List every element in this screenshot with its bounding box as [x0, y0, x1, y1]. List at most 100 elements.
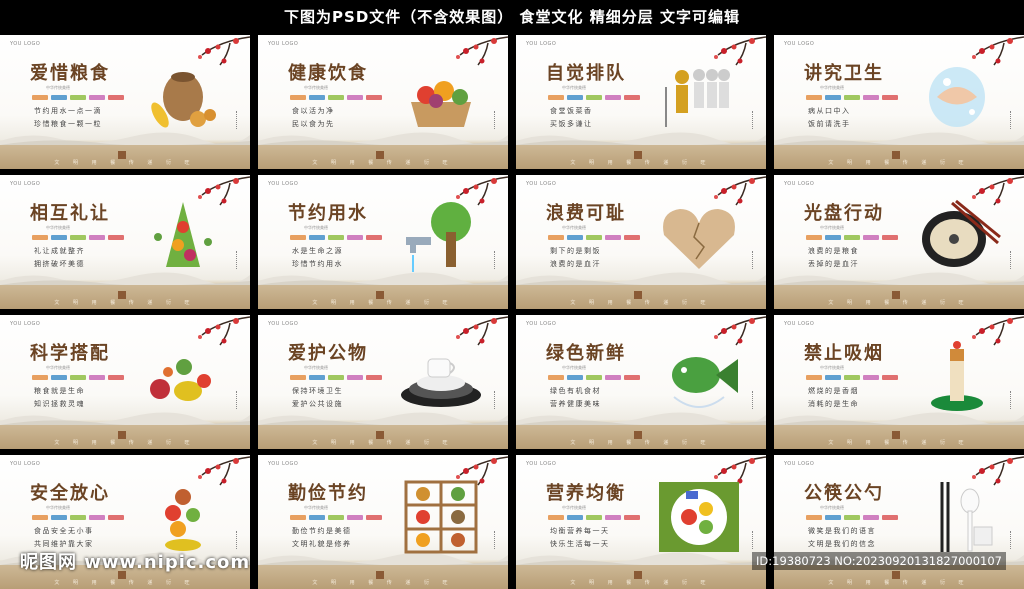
logo-text: YOU LOGO — [10, 41, 41, 47]
seal-stamp — [892, 431, 900, 439]
vertical-text-decoration — [236, 111, 240, 129]
logo-text: YOU LOGO — [10, 321, 41, 327]
color-tag — [586, 235, 602, 240]
card-title: 光盘行动 — [804, 203, 884, 224]
slogan-line-1: 食品安全无小事 — [34, 527, 94, 535]
card-footer-text: 文 明 用 餐 传 递 衍 旺 — [54, 300, 196, 306]
color-tag — [548, 95, 564, 100]
color-tag — [366, 95, 382, 100]
color-tag — [328, 375, 344, 380]
food-pile-icon — [165, 489, 201, 551]
color-tag — [51, 375, 67, 380]
vertical-text-decoration — [494, 531, 498, 549]
tag-row — [806, 515, 898, 520]
vertical-text-decoration — [494, 251, 498, 269]
seal-stamp — [634, 571, 642, 579]
card-footer-text: 文 明 用 餐 传 递 衍 旺 — [312, 160, 454, 166]
card-footer-text: 文 明 用 餐 传 递 衍 旺 — [54, 580, 196, 586]
color-tag — [605, 375, 621, 380]
logo-text: YOU LOGO — [268, 181, 299, 187]
color-tag — [624, 95, 640, 100]
logo-text: YOU LOGO — [526, 181, 557, 187]
color-tag — [89, 515, 105, 520]
poster-card: YOU LOGO 浪费可耻 中华传统美德 剩下的是剩饭 浪费的是血汗 文 明 用… — [516, 175, 766, 309]
logo-text: YOU LOGO — [10, 181, 41, 187]
color-tag — [89, 95, 105, 100]
card-title: 勤俭节约 — [288, 483, 368, 504]
card-subtitle: 中华传统美德 — [562, 225, 586, 230]
faucet-tree-icon — [406, 202, 471, 272]
seal-stamp — [634, 291, 642, 299]
tag-row — [548, 515, 640, 520]
card-title: 讲究卫生 — [804, 63, 884, 84]
color-tag — [51, 95, 67, 100]
vertical-text-decoration — [752, 111, 756, 129]
seal-stamp — [118, 151, 126, 159]
green-fish-icon — [672, 357, 738, 408]
hand-washing-icon — [929, 67, 985, 127]
slogan-line-1: 勤俭节约是美德 — [292, 527, 352, 535]
logo-text: YOU LOGO — [784, 41, 815, 47]
card-subtitle: 中华传统美德 — [46, 225, 70, 230]
vertical-text-decoration — [1010, 531, 1014, 549]
card-title: 禁止吸烟 — [804, 343, 884, 364]
poster-card: YOU LOGO 爱护公物 中华传统美德 保持环境卫生 爱护公共设施 文 明 用… — [258, 315, 508, 449]
seal-stamp — [376, 291, 384, 299]
slogan-line-1: 均衡营养每一天 — [550, 527, 610, 535]
seal-stamp — [376, 151, 384, 159]
card-footer-text: 文 明 用 餐 传 递 衍 旺 — [570, 300, 712, 306]
color-tag — [32, 235, 48, 240]
poster-card: YOU LOGO 爱惜粮食 中华传统美德 节约用水一点一滴 珍惜粮食一颗一粒 文… — [0, 35, 250, 169]
card-title: 营养均衡 — [546, 483, 626, 504]
balanced-plate-icon — [659, 482, 739, 552]
color-tag — [844, 375, 860, 380]
color-tag — [328, 235, 344, 240]
card-subtitle: 中华传统美德 — [820, 365, 844, 370]
color-tag — [567, 95, 583, 100]
color-tag — [806, 515, 822, 520]
poster-card: YOU LOGO 讲究卫生 中华传统美德 病从口中入 饭前请洗手 文 明 用 餐… — [774, 35, 1024, 169]
color-tag — [108, 375, 124, 380]
color-tag — [108, 95, 124, 100]
vegetable-basket-icon — [411, 81, 471, 127]
logo-text: YOU LOGO — [10, 461, 41, 467]
color-tag — [825, 235, 841, 240]
color-tag — [844, 515, 860, 520]
color-tag — [882, 95, 898, 100]
slogan-line-1: 食堂饭菜香 — [550, 107, 593, 115]
color-tag — [548, 515, 564, 520]
card-title: 爱护公物 — [288, 343, 368, 364]
vertical-text-decoration — [752, 391, 756, 409]
vertical-text-decoration — [752, 531, 756, 549]
card-footer-text: 文 明 用 餐 传 递 衍 旺 — [312, 300, 454, 306]
color-tag — [844, 95, 860, 100]
card-subtitle: 中华传统美德 — [562, 85, 586, 90]
color-tag — [328, 95, 344, 100]
card-title: 自觉排队 — [546, 63, 626, 84]
color-tag — [863, 95, 879, 100]
color-tag — [309, 235, 325, 240]
slogan-line-1: 浪费的是粮食 — [808, 247, 859, 255]
card-footer-text: 文 明 用 餐 传 递 衍 旺 — [828, 580, 970, 586]
color-tag — [347, 235, 363, 240]
color-tag — [605, 95, 621, 100]
poster-card: YOU LOGO 自觉排队 中华传统美德 食堂饭菜香 买饭多谦让 文 明 用 餐… — [516, 35, 766, 169]
slogan-line-1: 剩下的是剩饭 — [550, 247, 601, 255]
color-tag — [605, 515, 621, 520]
slogan-line-1: 水是生命之源 — [292, 247, 343, 255]
card-footer-text: 文 明 用 餐 传 递 衍 旺 — [828, 300, 970, 306]
card-subtitle: 中华传统美德 — [304, 365, 328, 370]
slogan-line-1: 保持环境卫生 — [292, 387, 343, 395]
color-tag — [108, 235, 124, 240]
color-tag — [586, 375, 602, 380]
logo-text: YOU LOGO — [526, 321, 557, 327]
color-tag — [309, 375, 325, 380]
color-tag — [825, 515, 841, 520]
color-tag — [806, 95, 822, 100]
color-tag — [347, 375, 363, 380]
card-footer-text: 文 明 用 餐 传 递 衍 旺 — [570, 580, 712, 586]
seal-stamp — [376, 571, 384, 579]
color-tag — [366, 375, 382, 380]
tag-row — [32, 515, 124, 520]
color-tag — [882, 375, 898, 380]
